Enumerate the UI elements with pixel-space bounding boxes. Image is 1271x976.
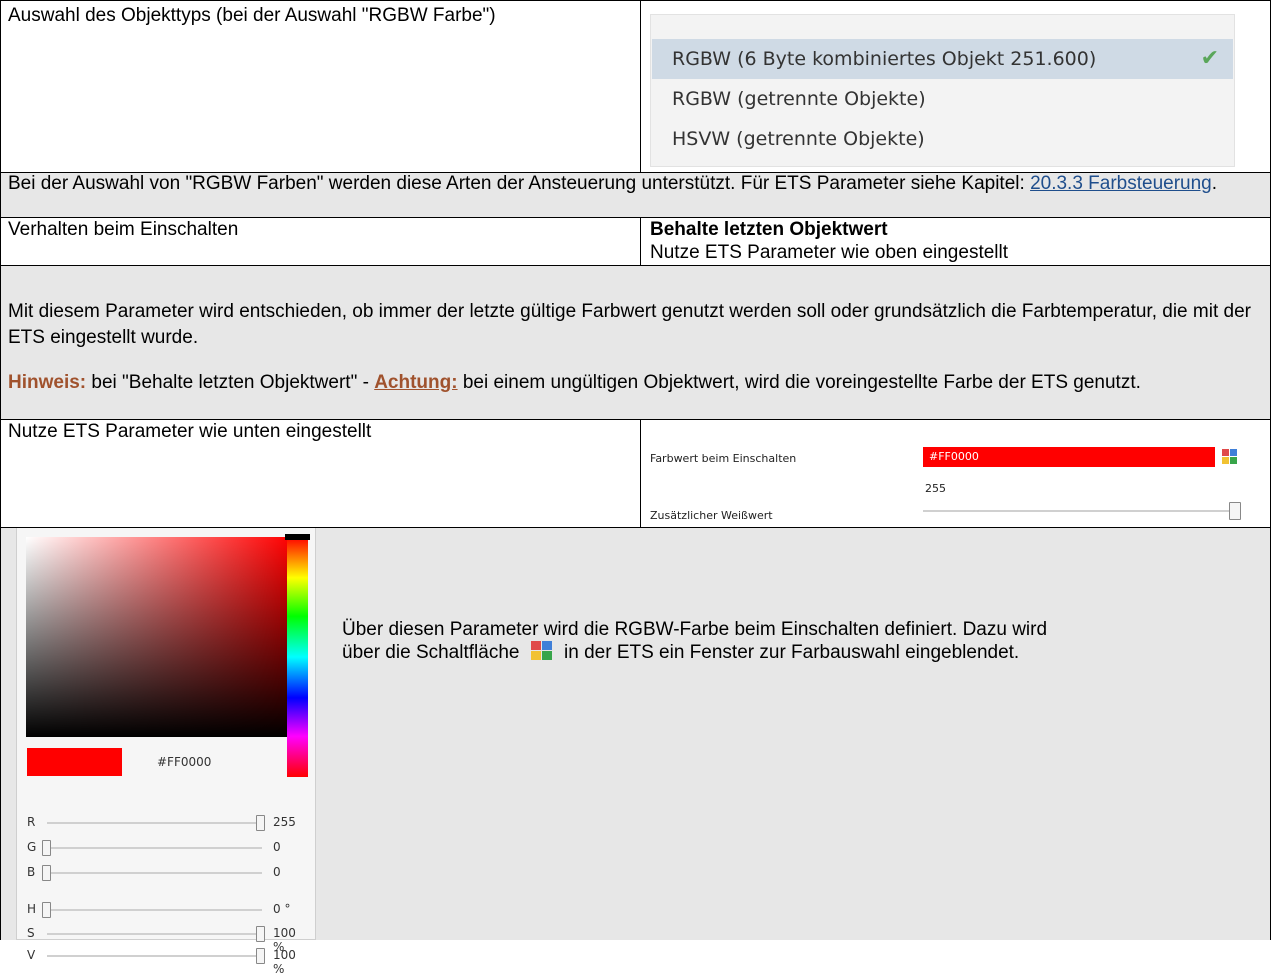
slider-thumb[interactable] (256, 948, 265, 964)
white-value-slider-track[interactable] (923, 510, 1233, 512)
option-keep-last-value: Behalte letzten Objektwert (650, 219, 888, 240)
slider-track[interactable] (47, 909, 262, 911)
color-preview-swatch (27, 748, 122, 776)
slider-row-s: S 100 % (27, 924, 307, 954)
dropdown-option-rgbw-separate[interactable]: RGBW (getrennte Objekte) (652, 79, 1233, 119)
table-border (640, 419, 641, 527)
table-border (640, 0, 641, 172)
use-ets-below-label: Nutze ETS Parameter wie unten eingestell… (8, 421, 372, 442)
white-value-slider-thumb[interactable] (1229, 502, 1241, 520)
slider-thumb[interactable] (42, 840, 51, 856)
table-border (640, 217, 641, 265)
slider-row-h: H 0 ° (27, 900, 307, 920)
hue-bar[interactable] (287, 537, 308, 777)
table-border (0, 0, 1271, 1)
info-text-end: . (1211, 173, 1218, 194)
object-type-dropdown-list[interactable]: RGBW (6 Byte kombiniertes Objekt 251.600… (650, 14, 1235, 167)
attention-label: Achtung: (374, 372, 458, 393)
row-switch-on-behaviour: Verhalten beim Einschalten Behalte letzt… (0, 217, 1271, 265)
hue-marker[interactable] (285, 534, 310, 540)
slider-track[interactable] (47, 822, 262, 824)
white-value-number: 255 (925, 482, 946, 495)
table-border (0, 217, 1271, 218)
dropdown-option-rgbw-combined[interactable]: RGBW (6 Byte kombiniertes Objekt 251.600… (652, 39, 1233, 79)
param-color-label: Farbwert beim Einschalten (650, 452, 797, 465)
color-palette-icon (530, 641, 553, 661)
row-explanation: Mit diesem Parameter wird entschieden, o… (0, 265, 1271, 419)
color-value-field[interactable]: #FF0000 (923, 447, 1215, 467)
chapter-link[interactable]: 20.3.3 Farbsteuerung (1030, 173, 1212, 194)
slider-thumb[interactable] (42, 902, 51, 918)
rgbw-info-text: Bei der Auswahl von "RGBW Farben" werden… (8, 172, 1258, 195)
slider-row-b: B 0 (27, 863, 307, 883)
desc-before-icon: über die Schaltfläche (342, 642, 520, 663)
slider-track[interactable] (47, 933, 262, 935)
explanation-paragraph: Mit diesem Parameter wird entschieden, o… (8, 301, 1251, 348)
hex-value-label: #FF0000 (157, 755, 212, 769)
table-border (0, 419, 1271, 420)
slider-value: 0 (273, 840, 281, 854)
option-use-ets-above: Nutze ETS Parameter wie oben eingestellt (650, 242, 1009, 263)
slider-value: 100 % (273, 948, 296, 976)
slider-label: H (27, 902, 37, 916)
slider-row-g: G 0 (27, 838, 307, 858)
param-white-label: Zusätzlicher Weißwert (650, 509, 773, 522)
picker-description-line2: über die Schaltfläche in der ETS ein Fen… (342, 641, 1019, 664)
table-border (0, 0, 1, 940)
slider-label: G (27, 840, 37, 854)
row-rgbw-info: Bei der Auswahl von "RGBW Farben" werden… (0, 172, 1271, 217)
slider-track[interactable] (47, 847, 262, 849)
dropdown-option-label: HSVW (getrennte Objekte) (672, 128, 925, 150)
slider-value: 0 ° (273, 902, 291, 916)
row-object-type: Auswahl des Objekttyps (bei der Auswahl … (0, 0, 1271, 172)
dropdown-option-label: RGBW (6 Byte kombiniertes Objekt 251.600… (672, 48, 1097, 70)
object-type-label: Auswahl des Objekttyps (bei der Auswahl … (8, 5, 496, 26)
picker-description-line1: Über diesen Parameter wird die RGBW-Farb… (342, 619, 1048, 640)
slider-value: 255 (273, 815, 296, 829)
slider-track[interactable] (47, 955, 262, 957)
saturation-value-square[interactable] (26, 537, 291, 737)
dropdown-option-label: RGBW (getrennte Objekte) (672, 88, 926, 110)
slider-value: 0 (273, 865, 281, 879)
table-border (0, 265, 1271, 266)
dropdown-option-hsvw-separate[interactable]: HSVW (getrennte Objekte) (652, 119, 1233, 159)
slider-row-v: V 100 % (27, 946, 307, 976)
hint-label: Hinweis: (8, 372, 87, 393)
row-use-ets-below: Nutze ETS Parameter wie unten eingestell… (0, 419, 1271, 527)
slider-label: V (27, 948, 36, 962)
checkmark-icon: ✔ (1200, 46, 1219, 71)
table-border (0, 172, 1271, 173)
slider-track[interactable] (47, 872, 262, 874)
hint-text: bei "Behalte letzten Objektwert" - (86, 372, 375, 393)
color-palette-icon[interactable] (1222, 449, 1238, 465)
slider-thumb[interactable] (42, 865, 51, 881)
info-text: Bei der Auswahl von "RGBW Farben" werden… (8, 173, 1031, 194)
table-border (0, 527, 1271, 528)
slider-label: B (27, 865, 36, 879)
hint-paragraph: Hinweis: bei "Behalte letzten Objektwert… (8, 371, 1263, 395)
color-picker-dialog: #FF0000 R 255 G 0 B 0 H 0 ° S 100 % V 10… (16, 527, 316, 976)
desc-after-icon: in der ETS ein Fenster zur Farbauswahl e… (564, 642, 1020, 663)
slider-label: R (27, 815, 36, 829)
switch-on-label: Verhalten beim Einschalten (8, 219, 239, 240)
slider-thumb[interactable] (256, 815, 265, 831)
slider-row-r: R 255 (27, 813, 307, 833)
ets-parameter-panel: Farbwert beim Einschalten #FF0000 255 Zu… (640, 419, 1271, 527)
attention-text: bei einem ungültigen Objektwert, wird di… (457, 372, 1141, 393)
slider-label: S (27, 926, 35, 940)
